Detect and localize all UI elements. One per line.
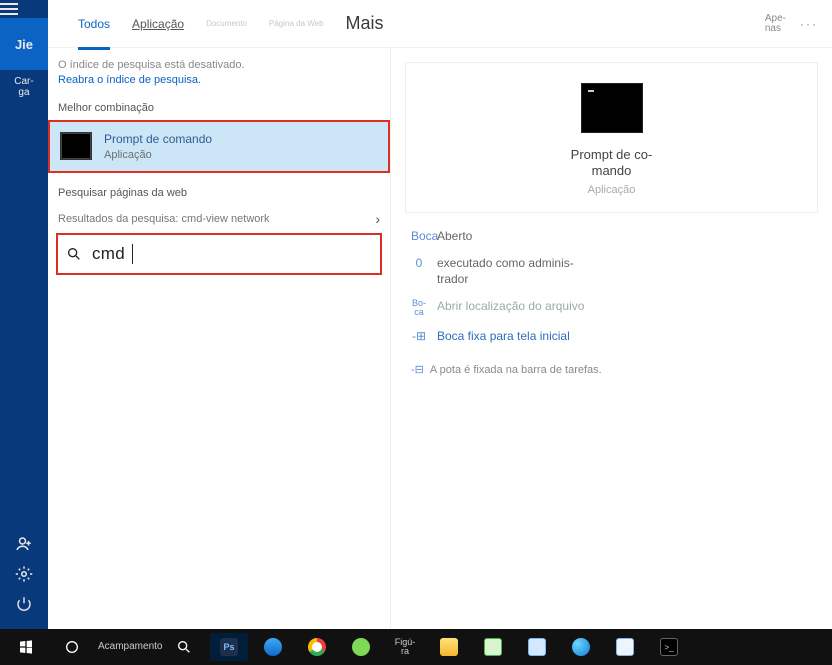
task-fig-label: Figú- ra [395, 638, 416, 656]
search-query: cmd [92, 244, 125, 264]
text-cursor [132, 244, 133, 264]
index-notice: O índice de pesquisa está desativado. Re… [48, 48, 390, 92]
index-notice-text: O índice de pesquisa está desativado. [58, 59, 245, 71]
rail-expand-button[interactable] [0, 0, 18, 18]
results-pane: O índice de pesquisa está desativado. Re… [48, 48, 391, 629]
preview-type: Aplicação [588, 184, 636, 196]
windows-icon [18, 639, 34, 655]
filter-all-label: Todos [78, 17, 110, 31]
preview-card: Prompt de co- mando Aplicação [405, 62, 818, 213]
open-icon: Boca [411, 229, 427, 243]
index-notice-link[interactable]: Reabra o índice de pesquisa. [58, 74, 201, 86]
pin-start-icon: -⊞ [411, 329, 427, 343]
filter-all[interactable]: Todos [70, 9, 118, 39]
rail-user-label: Jie [15, 37, 33, 52]
action-pin-start[interactable]: -⊞ Boca fixa para tela inicial [411, 329, 812, 345]
search-ring-icon [64, 639, 80, 655]
add-user-icon [15, 535, 33, 553]
best-match-type: Aplicação [104, 149, 212, 161]
web-result-label: Resultados da pesquisa: cmd-view network [58, 213, 270, 225]
pin-taskbar-icon: -⊟ [411, 364, 424, 376]
filter-app[interactable]: Aplicação [124, 9, 192, 39]
best-match-result[interactable]: Prompt de comando Aplicação [48, 120, 390, 173]
search-icon [66, 246, 82, 262]
task-chrome[interactable] [298, 633, 336, 661]
folder-icon: Bo- ca [411, 299, 427, 317]
search-box[interactable]: cmd [56, 233, 382, 275]
pinned-hint-text: A pota é fixada na barra de tarefas. [430, 364, 602, 376]
start-menu-rail: Jie Car- ga [0, 0, 48, 629]
search-panel: Todos Aplicação Documento Página da Web … [48, 0, 832, 629]
rail-load-label: Car- ga [14, 76, 33, 98]
taskbar-camp-label: Acampamento [98, 642, 158, 652]
rail-settings[interactable] [0, 559, 48, 589]
action-open-location-label: Abrir localização do arquivo [437, 299, 584, 315]
preview-pane: Prompt de co- mando Aplicação Boca Abert… [391, 48, 832, 629]
cmd-icon [60, 132, 92, 160]
task-photoshop[interactable] [210, 633, 248, 661]
action-run-admin[interactable]: 0 executado como adminis- trador [411, 256, 812, 287]
action-open[interactable]: Boca Aberto [411, 229, 812, 245]
task-browser[interactable] [562, 633, 600, 661]
filter-more[interactable]: Mais [338, 5, 392, 42]
action-pin-start-label: Boca fixa para tela inicial [437, 329, 570, 345]
filter-doc-label: Documento [206, 20, 247, 28]
gear-icon [15, 565, 33, 583]
web-result-row[interactable]: Resultados da pesquisa: cmd-view network… [48, 205, 390, 233]
task-notepad[interactable] [518, 633, 556, 661]
preview-name: Prompt de co- mando [571, 147, 653, 180]
magnifier-icon [176, 639, 192, 655]
preview-app-icon [581, 83, 643, 133]
filter-web[interactable]: Página da Web [261, 12, 332, 36]
filter-only-label: Ape- nas [765, 14, 786, 34]
taskbar-search[interactable] [52, 633, 92, 661]
rail-add-user[interactable] [0, 529, 48, 559]
power-icon [15, 595, 33, 613]
task-cmd[interactable] [650, 633, 688, 661]
task-explorer[interactable] [430, 633, 468, 661]
chevron-right-icon: › [375, 211, 380, 227]
section-web: Pesquisar páginas da web [48, 173, 390, 205]
taskbar-search-2[interactable] [164, 633, 204, 661]
shield-icon: 0 [411, 256, 427, 270]
rail-power[interactable] [0, 589, 48, 619]
action-run-admin-label: executado como adminis- trador [437, 256, 574, 287]
task-green-app[interactable] [342, 633, 380, 661]
task-spreadsheet[interactable] [474, 633, 512, 661]
rail-load[interactable]: Car- ga [0, 70, 48, 104]
taskbar: Acampamento Figú- ra [0, 629, 832, 665]
filter-app-label: Aplicação [132, 17, 184, 31]
filter-more-label: Mais [346, 13, 384, 33]
filter-overflow[interactable]: ··· [800, 17, 818, 31]
task-textapp[interactable] [606, 633, 644, 661]
preview-actions: Boca Aberto 0 executado como adminis- tr… [405, 223, 818, 382]
rail-user[interactable]: Jie [0, 18, 48, 70]
pinned-hint: -⊟ A pota é fixada na barra de tarefas. [411, 363, 812, 376]
filter-web-label: Página da Web [269, 20, 324, 28]
start-button[interactable] [6, 633, 46, 661]
best-match-name: Prompt de comando [104, 132, 212, 146]
filter-bar: Todos Aplicação Documento Página da Web … [48, 0, 832, 48]
section-best-match: Melhor combinação [48, 92, 390, 120]
action-open-location[interactable]: Bo- ca Abrir localização do arquivo [411, 299, 812, 317]
task-fig[interactable]: Figú- ra [386, 633, 424, 661]
task-edge[interactable] [254, 633, 292, 661]
action-open-label: Aberto [437, 229, 472, 245]
filter-doc[interactable]: Documento [198, 12, 255, 36]
